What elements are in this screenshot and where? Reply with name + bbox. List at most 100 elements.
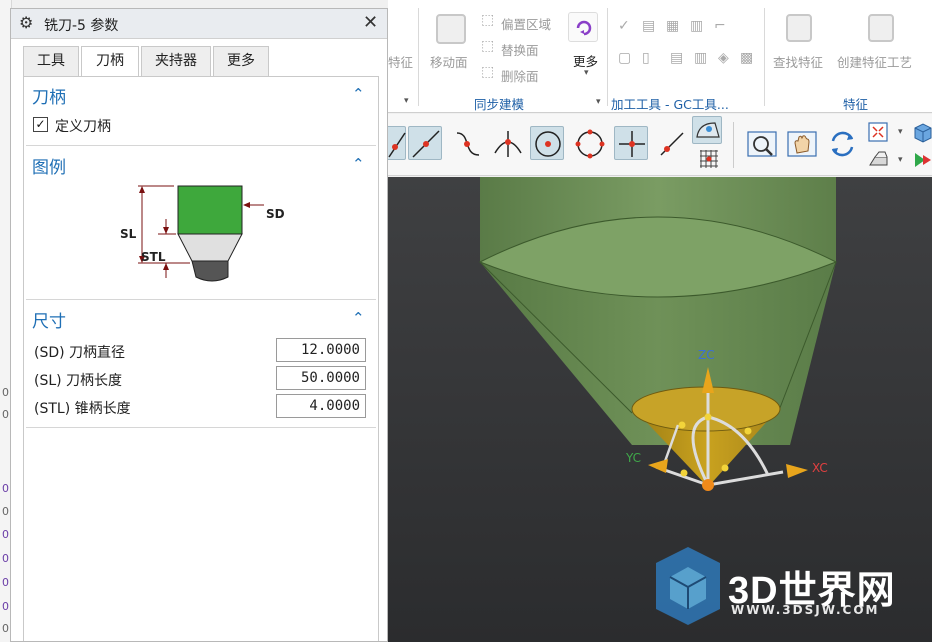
axis-label-x: XC <box>812 461 828 475</box>
display-mode-icon[interactable] <box>912 148 932 170</box>
tool-icon[interactable]: ▯ <box>642 50 650 66</box>
move-face-icon[interactable] <box>436 14 466 44</box>
tool-icon[interactable]: ▤ <box>670 50 683 66</box>
tool-icon[interactable]: ▢ <box>618 50 631 66</box>
strip-mark: 0 <box>2 386 9 399</box>
tool-icon[interactable]: ◈ <box>718 50 729 66</box>
graphics-viewport[interactable]: ZC XC YC 3D世界网 WWW.3DSJW.COM <box>388 177 932 642</box>
dialog-title: 铣刀-5 参数 <box>44 18 119 34</box>
strip-mark: 0 <box>2 576 9 589</box>
snap-existing-point-button[interactable] <box>614 126 648 160</box>
stl-input[interactable] <box>276 394 366 418</box>
tab-holder[interactable]: 夹持器 <box>141 46 211 77</box>
collapse-legend-chevron-icon[interactable]: ⌃ <box>352 155 365 173</box>
strip-mark: 0 <box>2 408 9 421</box>
delete-face-button[interactable]: 删除面 <box>501 66 539 85</box>
more-icon[interactable] <box>568 12 598 42</box>
rotate-view-icon[interactable] <box>824 126 858 160</box>
section-title-shank: 刀柄 <box>32 88 66 108</box>
collapse-shank-chevron-icon[interactable]: ⌃ <box>352 85 365 103</box>
grid-icon[interactable] <box>696 146 720 170</box>
group-dropdown-icon[interactable]: ▾ <box>404 96 409 106</box>
tool-icon[interactable]: ▥ <box>694 50 707 66</box>
render-style-icon[interactable] <box>866 148 890 170</box>
define-shank-checkbox[interactable]: ✓ <box>33 117 48 132</box>
find-feature-button[interactable]: 查找特征 <box>773 52 823 71</box>
section-divider <box>26 299 376 300</box>
strip-mark: 0 <box>2 482 9 495</box>
tab-tool[interactable]: 工具 <box>23 46 79 77</box>
sl-input[interactable] <box>276 366 366 390</box>
create-feature-process-button[interactable]: 创建特征工艺 <box>837 52 912 71</box>
group-dropdown-icon[interactable]: ▾ <box>596 97 601 107</box>
snap-control-point-button[interactable] <box>450 126 484 160</box>
orient-view-icon[interactable] <box>912 120 932 143</box>
dialog-title-bar[interactable]: ⚙ 铣刀-5 参数 ✕ <box>11 9 387 39</box>
watermark-logo-icon <box>656 547 720 625</box>
gear-icon: ⚙ <box>19 13 34 32</box>
dropdown-icon[interactable]: ▾ <box>898 127 903 137</box>
watermark-url: WWW.3DSJW.COM <box>731 603 880 617</box>
dialog-body: 刀柄 ⌃ ✓ 定义刀柄 图例 ⌃ SD SL STL 尺寸 ⌃ (SD) 刀柄直… <box>23 77 379 641</box>
tool-icon[interactable]: ▥ <box>690 18 703 34</box>
strip-mark: 0 <box>2 622 9 635</box>
axis-label-y: YC <box>626 451 642 465</box>
snap-arc-center-button[interactable] <box>530 126 564 160</box>
pan-hand-icon[interactable] <box>784 126 818 160</box>
offset-region-icon: ⬚ <box>481 12 495 28</box>
tool-icon[interactable]: ✓ <box>618 18 630 34</box>
ribbon-separator <box>418 8 419 106</box>
tool-icon[interactable]: ▩ <box>740 50 753 66</box>
sd-label: (SD) 刀柄直径 <box>34 345 126 361</box>
legend-label-sl: SL <box>120 227 137 241</box>
snap-endpoint-button[interactable] <box>386 126 406 160</box>
sl-label: (SL) 刀柄长度 <box>34 373 123 389</box>
axis-label-z: ZC <box>698 348 715 362</box>
find-feature-icon[interactable] <box>786 14 812 42</box>
close-button[interactable]: ✕ <box>363 12 378 33</box>
collapse-dimensions-chevron-icon[interactable]: ⌃ <box>352 309 365 327</box>
ribbon-separator <box>607 8 608 106</box>
tab-shank[interactable]: 刀柄 <box>81 46 139 78</box>
dropdown-icon[interactable]: ▾ <box>898 155 903 165</box>
section-divider <box>26 145 376 146</box>
move-face-button[interactable]: 移动面 <box>430 52 468 71</box>
delete-face-icon: ⬚ <box>481 64 495 80</box>
snap-intersection-button[interactable] <box>490 126 524 160</box>
strip-mark: 0 <box>2 552 9 565</box>
tool-icon[interactable]: ▤ <box>642 18 655 34</box>
legend-label-sd: SD <box>266 207 285 221</box>
tool-icon[interactable]: ▦ <box>666 18 679 34</box>
snap-point-on-face-button[interactable] <box>692 116 722 144</box>
zoom-window-icon[interactable] <box>866 120 888 142</box>
tab-more[interactable]: 更多 <box>213 46 269 77</box>
sd-input[interactable] <box>276 338 366 362</box>
cutter-top-ellipse <box>631 386 781 432</box>
section-title-legend: 图例 <box>32 158 66 178</box>
create-feature-process-icon[interactable] <box>868 14 894 42</box>
fit-view-icon[interactable] <box>744 126 778 160</box>
tool-icon[interactable]: ⌐ <box>714 18 726 34</box>
strip-mark: 0 <box>2 528 9 541</box>
section-divider <box>26 427 376 428</box>
replace-face-button[interactable]: 替换面 <box>501 40 539 59</box>
section-title-dimensions: 尺寸 <box>32 312 66 332</box>
feature-partial-label: 特征 <box>388 55 414 70</box>
offset-region-button[interactable]: 偏置区域 <box>501 14 551 33</box>
snap-quadrant-button[interactable] <box>572 126 606 160</box>
snap-point-on-curve-button[interactable] <box>654 126 688 160</box>
ribbon-separator <box>764 8 765 106</box>
legend-label-stl: STL <box>141 250 166 264</box>
group-sync-modeling: 同步建模 <box>474 97 525 112</box>
group-machining-tools: 加工工具 - GC工具... <box>611 97 729 112</box>
replace-face-icon: ⬚ <box>481 38 495 54</box>
snap-midpoint-button[interactable] <box>408 126 442 160</box>
group-feature: 特征 <box>843 97 869 112</box>
toolbar-separator <box>733 122 734 168</box>
define-shank-label[interactable]: 定义刀柄 <box>55 116 111 136</box>
more-dropdown-icon[interactable]: ▾ <box>584 68 589 78</box>
tool-parameters-dialog: ⚙ 铣刀-5 参数 ✕ 工具 刀柄 夹持器 更多 刀柄 ⌃ ✓ 定义刀柄 图例 … <box>10 8 388 642</box>
snap-toolbar: ▾ ▾ <box>386 114 932 176</box>
strip-mark: 0 <box>2 600 9 613</box>
strip-mark: 0 <box>2 505 9 518</box>
